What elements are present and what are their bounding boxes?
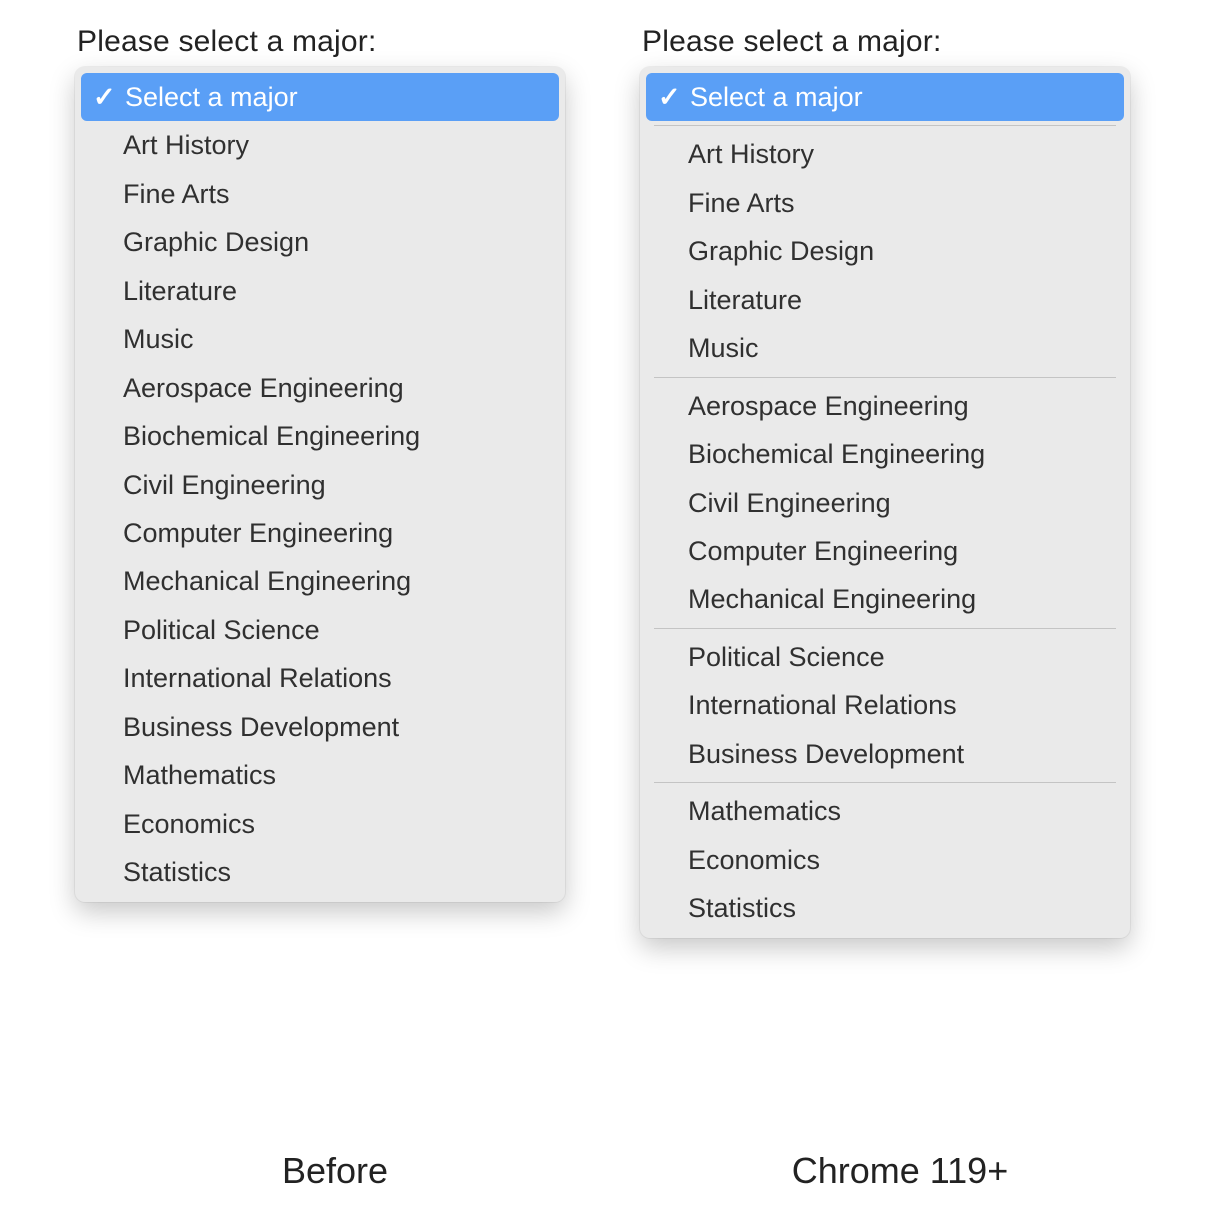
option[interactable]: Business Development [646,730,1124,778]
option-label: Statistics [123,854,231,890]
option[interactable]: Literature [81,267,559,315]
option[interactable]: Economics [646,836,1124,884]
option-label: International Relations [688,687,957,723]
option-selected[interactable]: ✓ Select a major [646,73,1124,121]
option[interactable]: Computer Engineering [81,509,559,557]
option[interactable]: International Relations [646,681,1124,729]
option-label: Political Science [123,612,320,648]
option[interactable]: International Relations [81,654,559,702]
option-label: Music [123,321,194,357]
group-divider [654,125,1116,126]
option-label: Biochemical Engineering [688,436,985,472]
option-label: Political Science [688,639,885,675]
option[interactable]: Business Development [81,703,559,751]
option-label: Computer Engineering [688,533,958,569]
option[interactable]: Literature [646,276,1124,324]
option[interactable]: Mechanical Engineering [81,557,559,605]
checkmark-icon: ✓ [658,79,680,115]
option-label: Economics [123,806,255,842]
option-label: International Relations [123,660,392,696]
option[interactable]: Computer Engineering [646,527,1124,575]
option-label: Biochemical Engineering [123,418,420,454]
option-label: Aerospace Engineering [688,388,969,424]
select-popup-before[interactable]: ✓ Select a major Art History Fine Arts G… [75,67,565,902]
option-label: Literature [688,282,802,318]
option-label: Art History [688,136,814,172]
prompt-label-left: Please select a major: [77,25,595,59]
option[interactable]: Economics [81,800,559,848]
caption-before: Before [75,1150,595,1192]
option[interactable]: Music [646,324,1124,372]
option[interactable]: Fine Arts [81,170,559,218]
option-label: Mathematics [688,793,841,829]
checkmark-icon: ✓ [93,79,115,115]
group-divider [654,628,1116,629]
option[interactable]: Political Science [646,633,1124,681]
option-label: Business Development [123,709,399,745]
option-label: Art History [123,127,249,163]
option[interactable]: Fine Arts [646,179,1124,227]
option[interactable]: Art History [646,130,1124,178]
option-label: Statistics [688,890,796,926]
option[interactable]: Statistics [646,884,1124,932]
group-divider [654,782,1116,783]
option-label: Fine Arts [688,185,795,221]
option-label: Aerospace Engineering [123,370,404,406]
caption-after: Chrome 119+ [640,1150,1160,1192]
select-popup-after[interactable]: ✓ Select a major Art History Fine Arts G… [640,67,1130,938]
option[interactable]: Political Science [81,606,559,654]
option[interactable]: Graphic Design [646,227,1124,275]
option-label: Business Development [688,736,964,772]
option-label: Music [688,330,759,366]
group-divider [654,377,1116,378]
option-label: Civil Engineering [123,467,326,503]
option[interactable]: Civil Engineering [646,479,1124,527]
option[interactable]: Statistics [81,848,559,896]
option[interactable]: Biochemical Engineering [646,430,1124,478]
before-column: Please select a major: ✓ Select a major … [75,25,595,902]
option-label: Select a major [125,79,298,115]
option-label: Economics [688,842,820,878]
option-label: Mechanical Engineering [123,563,411,599]
option-label: Select a major [690,79,863,115]
option[interactable]: Aerospace Engineering [646,382,1124,430]
option-label: Computer Engineering [123,515,393,551]
option[interactable]: Music [81,315,559,363]
option[interactable]: Mathematics [81,751,559,799]
option-label: Graphic Design [688,233,874,269]
option-label: Graphic Design [123,224,309,260]
option[interactable]: Biochemical Engineering [81,412,559,460]
prompt-label-right: Please select a major: [642,25,1160,59]
option[interactable]: Aerospace Engineering [81,364,559,412]
option-label: Mechanical Engineering [688,581,976,617]
option[interactable]: Mechanical Engineering [646,575,1124,623]
option[interactable]: Civil Engineering [81,461,559,509]
option-label: Civil Engineering [688,485,891,521]
option[interactable]: Mathematics [646,787,1124,835]
option-label: Literature [123,273,237,309]
option-label: Mathematics [123,757,276,793]
option[interactable]: Art History [81,121,559,169]
after-column: Please select a major: ✓ Select a major … [640,25,1160,938]
option-label: Fine Arts [123,176,230,212]
option[interactable]: Graphic Design [81,218,559,266]
option-selected[interactable]: ✓ Select a major [81,73,559,121]
